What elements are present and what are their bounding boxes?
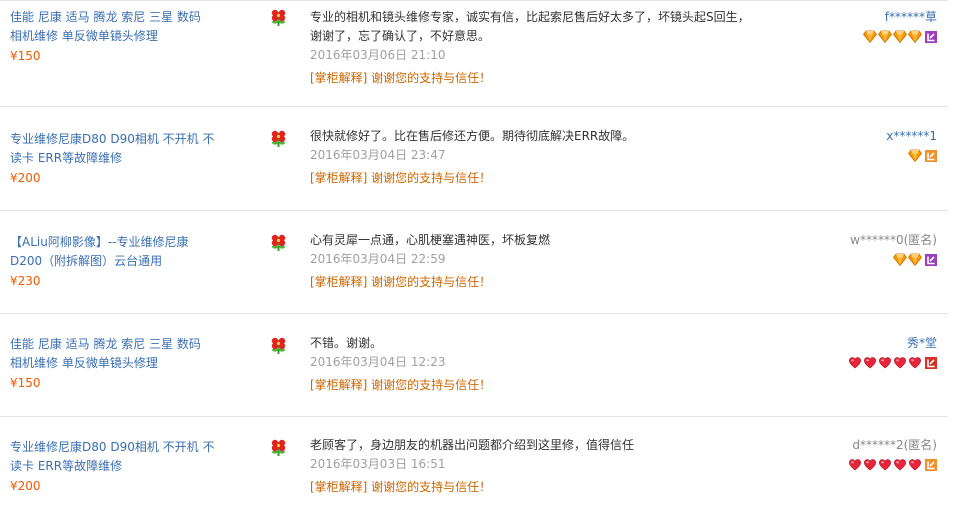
heart-icon: [878, 356, 892, 369]
seller-reply: [掌柜解释] 谢谢您的支持与信任！: [310, 275, 492, 289]
diamond-icon: [893, 30, 907, 44]
review-date: 2016年03月04日 23:47: [310, 148, 446, 162]
review-date: 2016年03月04日 12:23: [310, 355, 446, 369]
flower-icon: [270, 130, 287, 147]
heart-icon: [878, 458, 892, 471]
heart-icon: [848, 458, 862, 471]
review-date: 2016年03月04日 22:59: [310, 252, 446, 266]
flower-icon: [270, 234, 287, 251]
reviewer-name[interactable]: w******0(匿名): [850, 231, 937, 250]
heart-icon: [893, 356, 907, 369]
diamond-icon: [863, 30, 877, 44]
product-price: ¥200: [10, 479, 41, 493]
vip-icon[interactable]: [925, 30, 937, 43]
review-date: 2016年03月06日 21:10: [310, 48, 446, 62]
heart-icon: [848, 356, 862, 369]
product-link[interactable]: 专业维修尼康D80 D90相机 不开机 不读卡 ERR等故障维修: [10, 438, 215, 476]
review-date: 2016年03月03日 16:51: [310, 457, 446, 471]
review-text: 不错。谢谢。: [310, 336, 383, 350]
product-link[interactable]: 佳能 尼康 适马 腾龙 索尼 三星 数码相机维修 单反微单镜头修理: [10, 8, 205, 46]
diamond-icon: [908, 253, 922, 267]
product-link[interactable]: 佳能 尼康 适马 腾龙 索尼 三星 数码相机维修 单反微单镜头修理: [10, 335, 205, 373]
heart-icon: [863, 356, 877, 369]
flower-icon: [270, 439, 287, 456]
product-price: ¥200: [10, 171, 41, 185]
seller-reply: [掌柜解释] 谢谢您的支持与信任！: [310, 378, 492, 392]
heart-icon: [908, 458, 922, 471]
diamond-icon: [893, 253, 907, 267]
reviewer-name[interactable]: f******草: [863, 8, 937, 27]
vip-icon[interactable]: [925, 458, 937, 471]
vip-icon[interactable]: [925, 253, 937, 266]
heart-icon: [863, 458, 877, 471]
flower-icon: [270, 337, 287, 354]
seller-reply: [掌柜解释] 谢谢您的支持与信任！: [310, 71, 492, 85]
product-price: ¥230: [10, 274, 41, 288]
diamond-icon: [908, 30, 922, 44]
reviewer-badges: [850, 252, 937, 267]
reviewer-name[interactable]: 秀*堂: [848, 334, 937, 353]
product-link[interactable]: 专业维修尼康D80 D90相机 不开机 不读卡 ERR等故障维修: [10, 130, 215, 168]
heart-icon: [908, 356, 922, 369]
reviewer-name[interactable]: x******1: [886, 127, 937, 146]
review-text: 心有灵犀一点通，心肌梗塞遇神医，坏板复燃: [310, 233, 551, 247]
reviewer-badges: [848, 457, 937, 472]
reviewer-badges: [886, 148, 937, 163]
seller-reply: [掌柜解释] 谢谢您的支持与信任！: [310, 171, 492, 185]
diamond-icon: [878, 30, 892, 44]
reviewer-badges: [863, 29, 937, 44]
seller-reply: [掌柜解释] 谢谢您的支持与信任！: [310, 480, 492, 494]
reviewer-name[interactable]: d******2(匿名): [848, 436, 937, 455]
product-price: ¥150: [10, 376, 41, 390]
flower-icon: [270, 9, 287, 26]
heart-icon: [893, 458, 907, 471]
vip-icon[interactable]: [925, 149, 937, 162]
review-text: 专业的相机和镜头维修专家，诚实有信，比起索尼售后好太多了，坏镜头起S回生，谢谢了…: [310, 10, 750, 43]
reviewer-badges: [848, 355, 937, 370]
diamond-icon: [908, 149, 922, 163]
product-link[interactable]: 【ALiu阿柳影像】--专业维修尼康D200（附拆解图）云台通用: [10, 233, 210, 271]
product-price: ¥150: [10, 49, 41, 63]
review-text: 老顾客了，身边朋友的机器出问题都介绍到这里修，值得信任: [310, 438, 635, 452]
review-text: 很快就修好了。比在售后修还方便。期待彻底解决ERR故障。: [310, 129, 635, 143]
vip-icon[interactable]: [925, 356, 937, 369]
